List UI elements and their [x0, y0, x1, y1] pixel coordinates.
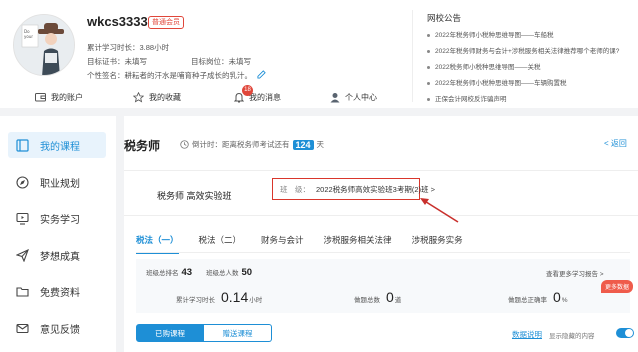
subject-tabs: 税法（一） 税法（二） 财务与会计 涉税服务相关法律 涉税服务实务 [136, 234, 483, 254]
clock-icon [180, 140, 189, 149]
notice-item[interactable]: 2022税务师小税种思维导图——关税 [427, 61, 540, 71]
book-icon [16, 138, 29, 152]
username: wkcs3333 [87, 14, 148, 29]
svg-text:your: your [24, 34, 33, 39]
nav-personal-center[interactable]: 个人中心 [330, 90, 377, 104]
study-time: 累计学习时长：3.88小时 [87, 43, 170, 52]
nav-label: 我的账户 [51, 92, 83, 102]
compass-icon [16, 175, 29, 189]
nav-my-favorites[interactable]: 我的收藏 [133, 90, 181, 104]
member-badge: 普通会员 [148, 16, 184, 29]
sidebar: 我的课程 职业规划 实务学习 梦想成真 免费资料 意见反馈 [0, 116, 116, 352]
nav-label: 我的消息 [249, 92, 281, 102]
nav-label: 我的收藏 [149, 92, 181, 102]
accuracy-stat: 做题总正确率 0 % [508, 289, 568, 305]
countdown-unit: 天 [316, 140, 325, 149]
tab-finance-accounting[interactable]: 财务与会计 [261, 234, 304, 254]
class-value: 2022税务师高效实验班3考期(2)班 > [316, 184, 435, 194]
questions-unit: 道 [394, 297, 402, 304]
show-hidden-toggle[interactable] [616, 328, 634, 338]
notice-item[interactable]: 2022年税务师财务与会计+涉税服务相关法律推荐哪个老师的课? [427, 45, 619, 55]
sidebar-item-feedback[interactable]: 意见反馈 [8, 315, 106, 341]
mail-icon [16, 323, 29, 333]
target-cert: 目标证书：未填写 [87, 57, 147, 66]
nav-my-messages[interactable]: 我的消息 [234, 90, 281, 104]
notices-title: 网校公告 [427, 13, 462, 23]
notice-item[interactable]: 正保会计网校反诈骗声明 [427, 93, 507, 103]
more-data-tag[interactable]: 更多数据 [601, 280, 634, 293]
tab-tax-service-practice[interactable]: 涉税服务实务 [412, 234, 463, 254]
tabs-divider [136, 252, 630, 253]
accuracy-value: 0 [553, 289, 561, 305]
tab-tax-related-law[interactable]: 涉税服务相关法律 [324, 234, 392, 254]
gift-courses-button[interactable]: 赠送课程 [204, 324, 272, 342]
edit-icon[interactable] [257, 70, 266, 79]
class-rank: 班级总排名 43 [146, 267, 192, 278]
class-total-value: 50 [241, 267, 253, 278]
sidebar-item-dream-come-true[interactable]: 梦想成真 [8, 242, 106, 268]
paper-plane-icon [16, 248, 29, 262]
sidebar-item-label: 职业规划 [40, 178, 80, 190]
avatar[interactable]: Do your [13, 14, 75, 76]
tab-tax-law-1[interactable]: 税法（一） [136, 234, 179, 254]
sidebar-item-practice-study[interactable]: 实务学习 [8, 205, 106, 231]
study-time-value: 0.14 [221, 289, 249, 305]
divider [412, 10, 413, 102]
countdown-days: 124 [292, 139, 314, 150]
user-icon [330, 92, 340, 102]
study-time-label: 累计学习时长 [176, 297, 215, 304]
sidebar-item-label: 梦想成真 [40, 251, 80, 263]
notice-item[interactable]: 2022年税务师小税种思维导图——车船税 [427, 29, 553, 39]
exam-countdown: 倒计时：距离税务师考试还有 124 天 [180, 139, 324, 150]
back-link[interactable]: < 返回 [604, 138, 627, 149]
class-label: 班 级： [280, 184, 310, 194]
notice-item[interactable]: 2022年税务师小税种思维导图——车辆购置税 [427, 77, 566, 87]
sidebar-item-label: 免费资料 [40, 287, 80, 299]
class-rank-value: 43 [181, 267, 193, 278]
wallet-icon [35, 93, 46, 102]
class-total: 班级总人数 50 [206, 267, 252, 278]
nav-my-account[interactable]: 我的账户 [35, 90, 83, 104]
study-time-unit: 小时 [249, 297, 263, 304]
sidebar-item-career-planning[interactable]: 职业规划 [8, 169, 106, 195]
more-report-link[interactable]: 查看更多学习报告 > [546, 268, 604, 278]
class-total-label: 班级总人数 [206, 270, 239, 277]
class-course-name: 税务师 高效实验班 [157, 191, 232, 201]
study-time-stat: 累计学习时长 0.14 小时 [176, 289, 262, 305]
main-content: 税务师 倒计时：距离税务师考试还有 124 天 < 返回 税务师 高效实验班 班… [124, 116, 638, 352]
star-icon [133, 91, 144, 102]
folder-icon [16, 286, 29, 297]
countdown-label: 倒计时：距离税务师考试还有 [192, 140, 290, 149]
course-type-toggle: 已购课程 赠送课程 [136, 324, 272, 342]
show-hidden-label: 显示隐藏的内容 [549, 333, 595, 340]
monitor-icon [16, 212, 29, 225]
purchased-courses-button[interactable]: 已购课程 [136, 324, 204, 342]
nav-label: 个人中心 [345, 92, 377, 102]
sidebar-item-my-courses[interactable]: 我的课程 [8, 132, 106, 158]
sidebar-item-label: 意见反馈 [40, 324, 80, 336]
sidebar-item-free-materials[interactable]: 免费资料 [8, 278, 106, 304]
class-card: 税务师 高效实验班 班 级： 2022税务师高效实验班3考期(2)班 > [124, 170, 638, 216]
stats-box: 班级总排名 43 班级总人数 50 查看更多学习报告 > 累计学习时长 0.14 小… [136, 259, 634, 313]
data-description-link[interactable]: 数据说明 [512, 329, 542, 340]
target-job: 目标岗位：未填写 [191, 57, 251, 66]
questions-stat: 做题总数 0 道 [354, 289, 401, 305]
accuracy-label: 做题总正确率 [508, 297, 547, 304]
sidebar-item-label: 我的课程 [40, 141, 80, 153]
accuracy-unit: % [561, 297, 568, 304]
profile-header: Do your wkcs3333 普通会员 累计学习时长：3.88小时 目标证书… [0, 0, 638, 108]
sidebar-item-label: 实务学习 [40, 214, 80, 226]
class-rank-label: 班级总排名 [146, 270, 179, 277]
questions-label: 做题总数 [354, 297, 380, 304]
message-count-badge: 18 [242, 85, 253, 96]
subject-panel: 税法（一） 税法（二） 财务与会计 涉税服务相关法律 涉税服务实务 班级总排名 4… [124, 226, 638, 352]
questions-value: 0 [386, 289, 394, 305]
tab-tax-law-2[interactable]: 税法（二） [199, 234, 242, 254]
page-title: 税务师 [124, 139, 161, 153]
signature: 个性签名：耕耘者的汗水是哺育种子成长的乳汁。 [87, 71, 252, 80]
class-selector[interactable]: 班 级： 2022税务师高效实验班3考期(2)班 > [272, 178, 435, 200]
